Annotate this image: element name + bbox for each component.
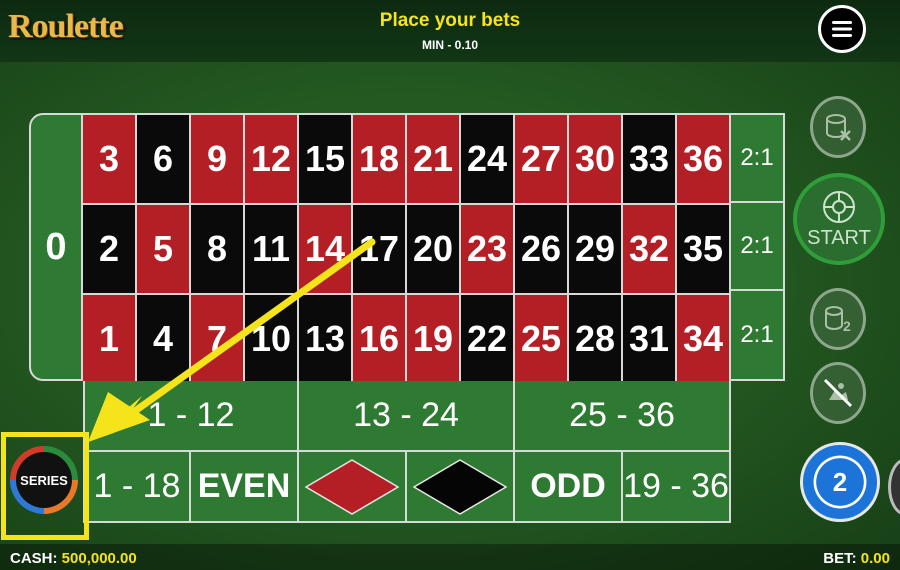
chip-selector[interactable]: 2: [800, 442, 880, 522]
bet-odd[interactable]: ODD: [515, 452, 623, 523]
undo-bet-button[interactable]: [810, 362, 866, 424]
bet-number-9[interactable]: 9: [191, 115, 245, 205]
bet-display: BET: 0.00: [823, 550, 890, 567]
bet-number-10[interactable]: 10: [245, 295, 299, 385]
bet-dozen-3[interactable]: 25 - 36: [515, 381, 731, 452]
bet-number-1[interactable]: 1: [83, 295, 137, 385]
bet-number-33[interactable]: 33: [623, 115, 677, 205]
bet-number-22[interactable]: 22: [461, 295, 515, 385]
bet-number-7[interactable]: 7: [191, 295, 245, 385]
dozen-bets: 1 - 12 13 - 24 25 - 36: [83, 381, 731, 452]
bet-number-6[interactable]: 6: [137, 115, 191, 205]
top-bar: Roulette Place your bets MIN - 0.10: [0, 0, 900, 62]
bet-number-36[interactable]: 36: [677, 115, 731, 205]
bet-number-30[interactable]: 30: [569, 115, 623, 205]
bet-number-24[interactable]: 24: [461, 115, 515, 205]
bet-number-35[interactable]: 35: [677, 205, 731, 295]
bet-number-20[interactable]: 20: [407, 205, 461, 295]
series-label: SERIES: [16, 452, 72, 508]
roulette-wheel-icon: [823, 190, 855, 223]
bet-number-32[interactable]: 32: [623, 205, 677, 295]
double-chips-icon: 2: [825, 306, 851, 334]
menu-button[interactable]: [818, 5, 866, 53]
bet-even[interactable]: EVEN: [191, 452, 299, 523]
bet-number-8[interactable]: 8: [191, 205, 245, 295]
bet-red[interactable]: [299, 452, 407, 523]
bet-number-16[interactable]: 16: [353, 295, 407, 385]
bet-number-18[interactable]: 18: [353, 115, 407, 205]
bet-number-2[interactable]: 2: [83, 205, 137, 295]
bet-number-23[interactable]: 23: [461, 205, 515, 295]
next-chip[interactable]: [888, 458, 900, 516]
bet-dozen-2[interactable]: 13 - 24: [299, 381, 515, 452]
bet-number-4[interactable]: 4: [137, 295, 191, 385]
bet-column-2[interactable]: 2:1: [731, 203, 783, 291]
clear-bets-button[interactable]: [810, 96, 866, 158]
bet-number-14[interactable]: 14: [299, 205, 353, 295]
bet-column-3[interactable]: 2:1: [731, 291, 783, 379]
bet-low[interactable]: 1 - 18: [83, 452, 191, 523]
bet-number-27[interactable]: 27: [515, 115, 569, 205]
bet-black[interactable]: [407, 452, 515, 523]
column-bets: 2:1 2:1 2:1: [731, 113, 785, 381]
clear-chips-icon: [826, 114, 851, 141]
bet-number-28[interactable]: 28: [569, 295, 623, 385]
bet-number-34[interactable]: 34: [677, 295, 731, 385]
disabled-undo-icon: [823, 378, 853, 408]
roulette-logo: Roulette: [8, 8, 124, 45]
bet-number-26[interactable]: 26: [515, 205, 569, 295]
bet-value: 0.00: [860, 550, 890, 567]
bet-number-12[interactable]: 12: [245, 115, 299, 205]
bet-label: BET:: [823, 550, 857, 567]
bet-number-17[interactable]: 17: [353, 205, 407, 295]
start-label: START: [807, 226, 871, 249]
game-status: Place your bets: [379, 10, 521, 31]
bet-zero[interactable]: 0: [29, 113, 83, 381]
bet-number-19[interactable]: 19: [407, 295, 461, 385]
outside-bets: 1 - 18 EVEN ODD 19 - 36: [83, 452, 731, 523]
start-button[interactable]: START: [793, 173, 885, 265]
bet-number-5[interactable]: 5: [137, 205, 191, 295]
double-bet-button[interactable]: 2: [810, 288, 866, 350]
hamburger-menu-icon: [832, 21, 852, 37]
svg-text:2: 2: [843, 318, 851, 334]
series-button[interactable]: SERIES: [10, 446, 78, 514]
bet-high[interactable]: 19 - 36: [623, 452, 731, 523]
bet-number-3[interactable]: 3: [83, 115, 137, 205]
bet-number-31[interactable]: 31: [623, 295, 677, 385]
bet-dozen-1[interactable]: 1 - 12: [83, 381, 299, 452]
min-bet-label: MIN - 0.10: [421, 38, 478, 52]
bet-number-21[interactable]: 21: [407, 115, 461, 205]
bet-column-1[interactable]: 2:1: [731, 115, 783, 203]
black-diamond-icon: [412, 458, 508, 515]
bet-number-25[interactable]: 25: [515, 295, 569, 385]
bet-number-15[interactable]: 15: [299, 115, 353, 205]
cash-label: CASH:: [10, 550, 58, 567]
red-diamond-icon: [304, 458, 400, 515]
bet-number-11[interactable]: 11: [245, 205, 299, 295]
bet-number-13[interactable]: 13: [299, 295, 353, 385]
cash-value: 500,000.00: [61, 550, 137, 567]
bet-number-29[interactable]: 29: [569, 205, 623, 295]
number-grid: 3 6 9 12 15 18 21 24 27 30 33 36 2 5 8 11 14 17 20 23 26 29 32…: [83, 113, 731, 385]
cash-display: CASH: 500,000.00: [10, 550, 137, 567]
